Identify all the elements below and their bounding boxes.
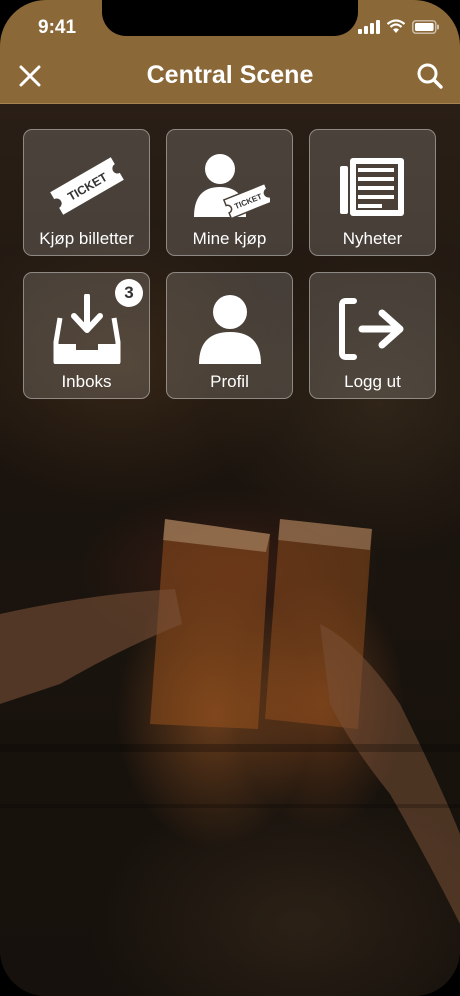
cellular-signal-icon — [358, 19, 380, 34]
menu-tile-kjop-billetter[interactable]: TICKET Kjøp billetter — [23, 129, 150, 256]
app-header: 9:41 Central Scene — [0, 0, 460, 104]
menu-tile-logg-ut[interactable]: Logg ut — [309, 272, 436, 399]
menu-tile-label: Mine kjøp — [192, 229, 267, 248]
menu-tile-mine-kjop[interactable]: TICKET Mine kjøp — [166, 129, 293, 256]
menu-tile-label: Logg ut — [344, 372, 401, 391]
menu-tile-label: Profil — [210, 372, 249, 391]
notch — [102, 0, 358, 36]
search-icon — [417, 63, 443, 89]
logout-icon — [338, 298, 403, 360]
user-ticket-icon: TICKET — [193, 154, 270, 219]
menu-tile-profil[interactable]: Profil — [166, 272, 293, 399]
page-title: Central Scene — [146, 61, 314, 89]
phone-screen: 9:41 Central Scene TICKET Kjøp billetter… — [0, 0, 460, 996]
menu-tile-label: Nyheter — [342, 229, 403, 248]
battery-icon — [412, 19, 439, 34]
newspaper-icon — [339, 158, 404, 216]
menu-tile-label: Inboks — [61, 372, 112, 391]
menu-tile-inboks[interactable]: 3 Inboks — [23, 272, 150, 399]
wifi-icon — [386, 19, 406, 33]
status-time: 9:41 — [38, 17, 77, 38]
menu-tile-label: Kjøp billetter — [39, 229, 134, 248]
ticket-icon: TICKET — [49, 157, 124, 215]
menu-tile-nyheter[interactable]: Nyheter — [309, 129, 436, 256]
inbox-download-icon — [53, 294, 120, 364]
search-button[interactable] — [414, 60, 446, 92]
status-icons — [358, 19, 440, 34]
user-icon — [198, 295, 261, 364]
